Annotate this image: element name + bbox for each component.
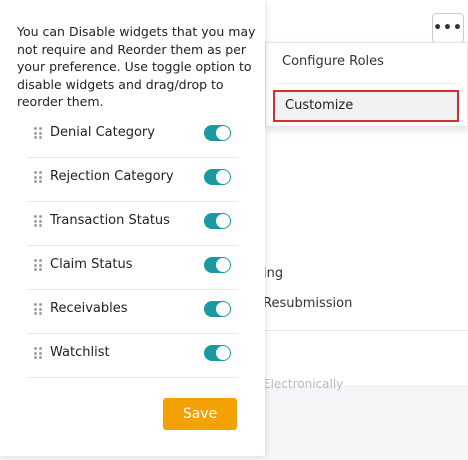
background-text: ing (263, 266, 284, 281)
widget-label: Denial Category (50, 125, 155, 140)
drag-handle-icon[interactable] (34, 127, 42, 139)
widget-toggle[interactable] (204, 257, 231, 273)
toggle-knob (216, 258, 230, 272)
widget-label: Transaction Status (50, 213, 170, 228)
drag-handle-icon[interactable] (34, 215, 42, 227)
menu-item-customize-label: Customize (285, 98, 354, 113)
widget-row-transaction-status[interactable]: Transaction Status (28, 201, 238, 246)
more-options-button[interactable]: ••• (432, 13, 464, 43)
toggle-knob (216, 346, 230, 360)
widget-label: Receivables (50, 301, 128, 316)
toggle-knob (216, 214, 230, 228)
save-button[interactable]: Save (163, 398, 237, 430)
panel-instructions: You can Disable widgets that you may not… (17, 24, 256, 109)
drag-handle-icon[interactable] (34, 171, 42, 183)
background-text: Electronically (263, 377, 344, 391)
widget-row-watchlist[interactable]: Watchlist (28, 333, 238, 378)
widget-toggle[interactable] (204, 345, 231, 361)
menu-item-configure-roles[interactable]: Configure Roles (282, 54, 384, 69)
background-text: Resubmission (263, 296, 353, 311)
options-dropdown: Configure Roles Customize (265, 42, 468, 127)
drag-handle-icon[interactable] (34, 259, 42, 271)
widget-toggle[interactable] (204, 169, 231, 185)
customize-widgets-panel: You can Disable widgets that you may not… (0, 0, 265, 456)
widget-row-claim-status[interactable]: Claim Status (28, 245, 238, 290)
toggle-knob (216, 126, 230, 140)
widget-label: Claim Status (50, 257, 133, 272)
widget-toggle[interactable] (204, 213, 231, 229)
widget-toggle[interactable] (204, 301, 231, 317)
widget-row-rejection-category[interactable]: Rejection Category (28, 157, 238, 202)
widget-row-receivables[interactable]: Receivables (28, 289, 238, 334)
drag-handle-icon[interactable] (34, 303, 42, 315)
toggle-knob (216, 302, 230, 316)
widget-label: Rejection Category (50, 169, 174, 184)
toggle-knob (216, 170, 230, 184)
widget-label: Watchlist (50, 345, 110, 360)
drag-handle-icon[interactable] (34, 347, 42, 359)
more-options-icon: ••• (433, 20, 463, 36)
widget-toggle[interactable] (204, 125, 231, 141)
menu-item-customize[interactable]: Customize (273, 90, 459, 122)
menu-divider (276, 83, 457, 84)
widget-row-denial-category[interactable]: Denial Category (28, 113, 238, 158)
